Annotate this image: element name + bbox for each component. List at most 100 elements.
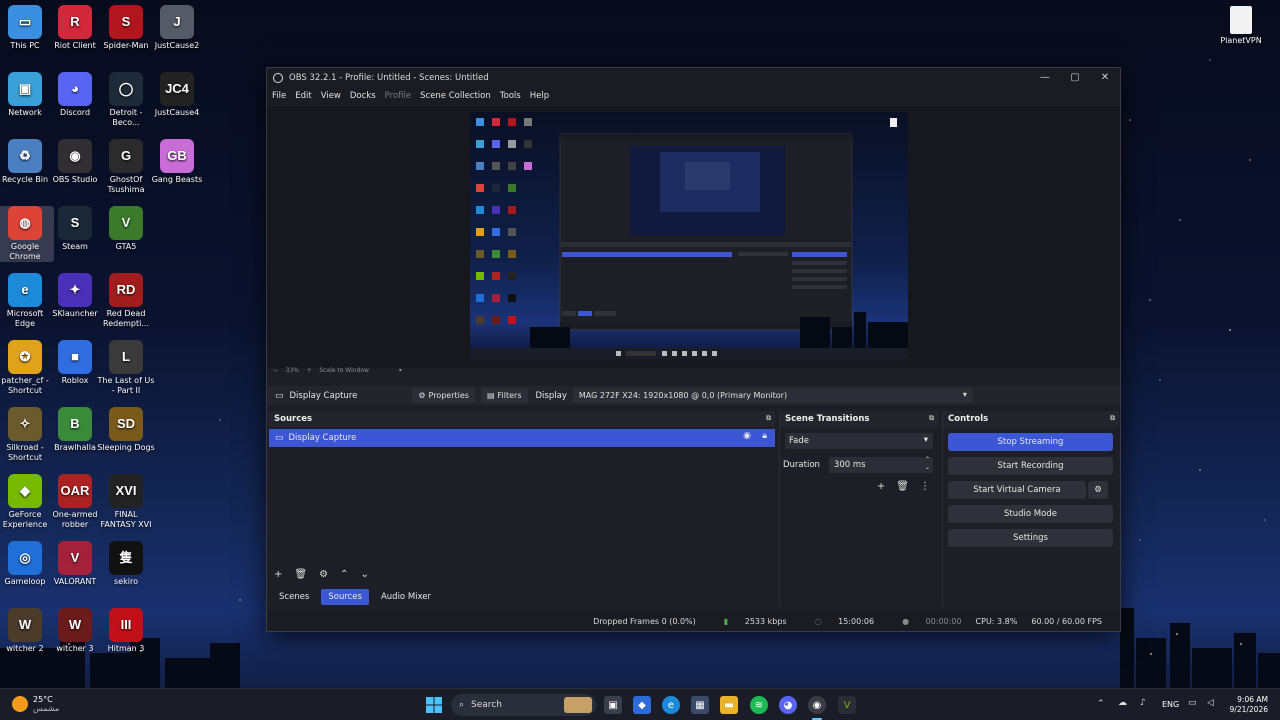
desktop-icon-steam[interactable]: S Steam <box>46 206 104 252</box>
move-down-button[interactable]: ⌄ <box>360 569 368 580</box>
store-icon[interactable]: ▦ <box>691 696 709 714</box>
desktop-icon-one-armed-robber[interactable]: OAR One-armed robber <box>46 474 104 530</box>
desktop-icon-brawlhalla[interactable]: B Brawlhalla <box>46 407 104 453</box>
menu-file[interactable]: File <box>272 91 286 101</box>
icon-label: witcher 3 <box>56 644 94 653</box>
language-indicator[interactable]: ENG <box>1162 700 1179 709</box>
add-transition-button[interactable]: + <box>877 481 885 492</box>
menu-tools[interactable]: Tools <box>500 91 521 101</box>
studio-mode-button[interactable]: Studio Mode <box>948 505 1113 523</box>
windows-start-icon[interactable] <box>425 696 443 714</box>
zoom-out-button[interactable]: − <box>273 367 278 374</box>
tab-scenes[interactable]: Scenes <box>273 589 315 605</box>
title-bar: OBS 32.2.1 - Profile: Untitled - Scenes:… <box>267 68 1120 87</box>
menu-edit[interactable]: Edit <box>295 91 311 101</box>
filters-button[interactable]: ▤ Filters <box>480 388 528 403</box>
menu-docks[interactable]: Docks <box>350 91 376 101</box>
desktop-icon-valorant[interactable]: V VALORANT <box>46 541 104 587</box>
remove-transition-button[interactable]: 🗑︎ <box>896 481 909 492</box>
cloud-icon[interactable]: ☁ <box>1118 698 1127 708</box>
app-icon: ◍ <box>8 206 42 240</box>
move-up-button[interactable]: ⌃ <box>340 569 348 580</box>
spin-arrows-icon[interactable]: ⌃ ⌄ <box>925 456 930 472</box>
zoom-in-button[interactable]: + <box>307 367 312 374</box>
transition-select[interactable]: Fade ▾ <box>785 433 933 449</box>
desktop-icon-detroit-beco[interactable]: ◯ Detroit - Beco... <box>97 72 155 128</box>
desktop-icon-ghostof-tsushima[interactable]: G GhostOf Tsushima <box>97 139 155 195</box>
desktop-icon-hitman-3[interactable]: III Hitman 3 <box>97 608 155 654</box>
weather-widget[interactable]: 25°C مشمس <box>33 695 59 713</box>
task-view-icon[interactable]: ▣ <box>604 696 622 714</box>
desktop-icon-gta5[interactable]: V GTA5 <box>97 206 155 252</box>
menu-view[interactable]: View <box>321 91 341 101</box>
desktop-icon-planetvpn[interactable]: PlanetVPN <box>1212 6 1270 46</box>
source-list-item[interactable]: ▭ Display Capture ◉ 🔒︎ <box>269 429 775 447</box>
icon-label: Gang Beasts <box>151 175 203 184</box>
spotify-icon[interactable]: ≋ <box>750 696 768 714</box>
virtual-camera-settings-button[interactable]: ⚙ <box>1088 481 1108 499</box>
source-settings-button[interactable]: ⚙ <box>319 569 328 580</box>
icon-label: The Last of Us - Part II <box>97 376 155 395</box>
app-icon: V <box>109 206 143 240</box>
desktop-icon-roblox[interactable]: ■ Roblox <box>46 340 104 386</box>
discord-taskbar-icon[interactable]: ◕ <box>779 696 797 714</box>
undock-icon[interactable]: ⧉ <box>929 414 934 423</box>
network-icon[interactable]: ▭ <box>1188 698 1197 708</box>
settings-button[interactable]: Settings <box>948 529 1113 547</box>
desktop-icon-sklauncher[interactable]: ✦ SKlauncher <box>46 273 104 319</box>
desktop-icon-the-last-of-us-part-ii[interactable]: L The Last of Us - Part II <box>97 340 155 396</box>
desktop-icon-witcher-3[interactable]: Wwitcher 3 <box>46 608 104 654</box>
file-explorer-icon[interactable]: ▬ <box>720 696 738 714</box>
microphone-icon[interactable]: ♪ <box>1140 698 1146 708</box>
icon-label: Spider-Man <box>103 41 149 50</box>
remove-source-button[interactable]: 🗑︎ <box>294 569 307 580</box>
menu-scene-collection[interactable]: Scene Collection <box>420 91 491 101</box>
more-options-icon[interactable]: ⋮ <box>920 481 930 492</box>
desktop-icon-final-fantasy-xvi[interactable]: XVI FINAL FANTASY XVI <box>97 474 155 530</box>
lock-icon[interactable]: 🔒︎ <box>762 431 767 441</box>
duration-spinbox[interactable]: 300 ms <box>828 457 933 473</box>
scale-mode-select[interactable]: Scale to Window <box>319 367 369 374</box>
copilot-icon[interactable]: ◆ <box>633 696 651 714</box>
properties-button[interactable]: ⚙ Properties <box>412 388 475 403</box>
visibility-eye-icon[interactable]: ◉ <box>743 431 751 441</box>
sun-weather-icon[interactable] <box>12 696 28 712</box>
desktop-icon-justcause2[interactable]: J JustCause2 <box>148 5 206 51</box>
undock-icon[interactable]: ⧉ <box>766 414 771 423</box>
start-virtual-camera-button[interactable]: Start Virtual Camera <box>948 481 1086 499</box>
clock[interactable]: 9:06 AM 9/21/2026 <box>1222 695 1268 715</box>
desktop-icon-sleeping-dogs[interactable]: SD Sleeping Dogs <box>97 407 155 453</box>
app-icon: ◯ <box>109 72 143 106</box>
taskbar-search-box[interactable]: ⌕ Search <box>451 694 596 716</box>
stop-streaming-button[interactable]: Stop Streaming <box>948 433 1113 451</box>
desktop-icon-red-dead-redempti[interactable]: RD Red Dead Redempti... <box>97 273 155 329</box>
add-source-button[interactable]: + <box>274 569 282 580</box>
preview-area[interactable] <box>267 106 1120 368</box>
tab-audio-mixer[interactable]: Audio Mixer <box>375 589 437 605</box>
nvidia-taskbar-icon[interactable]: V <box>838 696 856 714</box>
desktop-icon-discord[interactable]: ◕ Discord <box>46 72 104 118</box>
chevron-down-icon[interactable]: ▾ <box>399 367 402 374</box>
display-select[interactable]: MAG 272F X24: 1920x1080 @ 0,0 (Primary M… <box>572 388 973 403</box>
desktop-icon-sekiro[interactable]: 隻 sekiro <box>97 541 155 587</box>
undock-icon[interactable]: ⧉ <box>1110 414 1115 423</box>
menu-help[interactable]: Help <box>530 91 549 101</box>
start-recording-button[interactable]: Start Recording <box>948 457 1113 475</box>
desktop-icon-spider-man[interactable]: S Spider-Man <box>97 5 155 51</box>
volume-icon[interactable]: ◁ <box>1207 698 1214 708</box>
desktop-icon-gang-beasts[interactable]: GB Gang Beasts <box>148 139 206 185</box>
maximize-button[interactable]: ▢ <box>1060 68 1090 87</box>
close-button[interactable]: ✕ <box>1090 68 1120 87</box>
preview-canvas[interactable] <box>470 112 908 359</box>
tab-sources[interactable]: Sources <box>321 589 369 605</box>
chevron-up-icon[interactable]: ⌃ <box>1097 699 1105 709</box>
desktop-icon-justcause4[interactable]: JC4 JustCause4 <box>148 72 206 118</box>
obs-taskbar-icon[interactable]: ◉ <box>808 696 826 714</box>
desktop-icon-riot-client[interactable]: R Riot Client <box>46 5 104 51</box>
menu-profile[interactable]: Profile <box>385 91 411 101</box>
window-title: OBS 32.2.1 - Profile: Untitled - Scenes:… <box>289 72 489 83</box>
desktop-icon-obs-studio[interactable]: ◉ OBS Studio <box>46 139 104 185</box>
edge-taskbar-icon[interactable]: e <box>662 696 680 714</box>
minimize-button[interactable]: — <box>1030 68 1060 87</box>
icon-label: Recycle Bin <box>1 175 49 184</box>
